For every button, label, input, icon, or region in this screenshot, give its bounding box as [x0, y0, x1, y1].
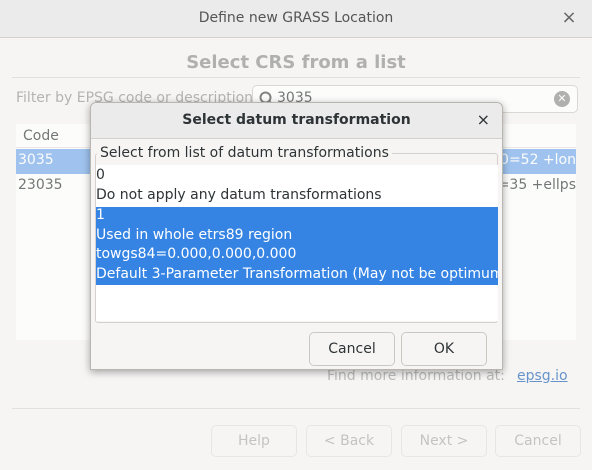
close-icon[interactable]: × [560, 8, 578, 28]
datum-item-line: Used in whole etrs89 region [96, 226, 293, 243]
dialog-titlebar: Select datum transformation × [91, 103, 502, 139]
datum-group-label: Select from list of datum transformation… [97, 145, 392, 161]
dialog-ok-button[interactable]: OK [401, 332, 487, 366]
datum-item[interactable]: 1 Used in whole etrs89 region towgs84=0.… [96, 207, 498, 285]
datum-list[interactable]: 0 Do not apply any datum transformations… [96, 165, 498, 321]
datum-item-line: towgs84=0.000,0.000,0.000 [96, 246, 297, 262]
dialog-close-icon[interactable]: × [477, 110, 490, 129]
datum-item-line: Default 3-Parameter Transformation (May … [96, 265, 498, 282]
datum-item-line: 1 [96, 207, 105, 223]
datum-item-line: 0 [96, 167, 105, 183]
datum-item-line: Do not apply any datum transformations [96, 186, 382, 203]
dialog-cancel-button[interactable]: Cancel [309, 332, 395, 366]
datum-item[interactable]: 0 Do not apply any datum transformations [96, 167, 498, 206]
window-title: Define new GRASS Location [198, 10, 394, 26]
dialog-title: Select datum transformation [182, 112, 411, 128]
datum-dialog: Select datum transformation × Select fro… [90, 102, 503, 370]
window-titlebar: Define new GRASS Location × [0, 0, 592, 38]
